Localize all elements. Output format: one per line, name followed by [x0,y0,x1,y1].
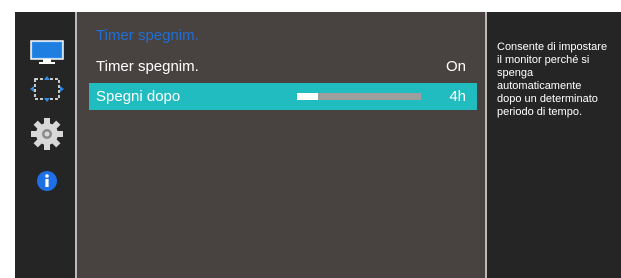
gear-icon[interactable] [30,117,64,150]
osd-menu: Timer spegnim. Timer spegnim. On Spegni … [15,12,621,278]
help-text-line: periodo di tempo. [497,106,582,118]
help-text-line: dopo un determinato [497,93,598,105]
screen-size-icon[interactable] [30,76,64,102]
menu-item-value: On [445,58,466,75]
time-slider[interactable] [297,93,421,100]
slider-fill [297,93,319,100]
menu-title: Timer spegnim. [96,27,199,44]
help-text-line: spenga [497,67,534,79]
menu-item-value: 4h [449,88,466,105]
menu-item-timer-spegnim[interactable]: Timer spegnim. On [89,53,477,80]
menu-panel: Timer spegnim. Timer spegnim. On Spegni … [77,12,485,278]
help-text-line: automaticamente [497,80,582,92]
help-text-line: Consente di impostare [497,41,608,53]
sidebar [15,12,75,278]
menu-item-label: Timer spegnim. [96,58,199,75]
help-panel: Consente di impostare il monitor perché … [487,12,621,278]
menu-item-spegni-dopo[interactable]: Spegni dopo 4h [89,83,477,110]
monitor-icon[interactable] [30,40,64,66]
help-text-line: il monitor perché si [497,54,590,66]
info-icon[interactable] [36,170,70,196]
menu-item-label: Spegni dopo [96,88,181,105]
help-text: Consente di impostare il monitor perché … [497,41,621,119]
